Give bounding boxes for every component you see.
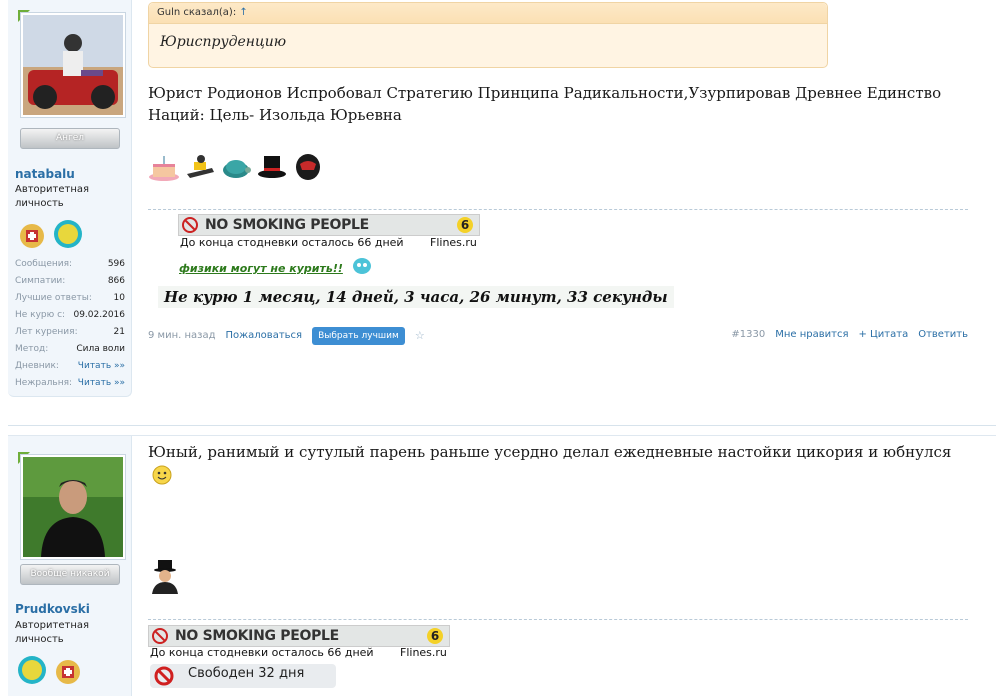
quote-jump-link[interactable]: ↑	[239, 7, 247, 18]
user-title: Авторитетная личность	[15, 620, 90, 645]
avatar-photo	[23, 457, 123, 557]
stat-row: Лучшие ответы: 10	[15, 293, 125, 303]
days-left-text: До конца стодневки осталось 66 дней	[150, 646, 374, 659]
like-link[interactable]: Мне нравится	[775, 327, 848, 343]
days-left-text: До конца стодневки осталось 66 дней	[180, 236, 404, 249]
stat-row: Лет курения: 21	[15, 327, 125, 337]
banner-title: NO SMOKING PEOPLE	[175, 628, 339, 644]
post-number[interactable]: #1330	[731, 327, 765, 343]
avatar-photo	[23, 15, 123, 115]
post-1: Ангел natabalu Авторитетная личность Соо…	[8, 0, 996, 412]
rank-label: Вообще никакой	[30, 569, 110, 579]
quit-timer: Не курю 1 месяц, 14 дней, 3 часа, 26 мин…	[158, 286, 674, 308]
gentleman-icon	[152, 560, 178, 594]
banner-number: 6	[457, 217, 473, 233]
user-stats: Сообщения: 596 Симпатии: 866 Лучшие ответы…	[15, 256, 125, 392]
freedom-banner[interactable]: Свободен 32 дня	[150, 664, 336, 688]
post-time[interactable]: 9 мин. назад	[148, 328, 216, 344]
rank-badge: Ангел	[20, 128, 120, 149]
signature-divider	[148, 619, 968, 620]
reply-link[interactable]: Ответить	[918, 327, 968, 343]
freedom-text: Свободен 32 дня	[188, 666, 305, 681]
signature-divider	[148, 209, 968, 210]
stat-row: Нежральня: Читать »»	[15, 375, 125, 392]
best-answer-button[interactable]: Выбрать лучшим	[312, 327, 405, 345]
snowmobile-icon	[187, 155, 214, 178]
user-sidebar: Вообще никакой Prudkovski Авторитетная л…	[8, 436, 132, 696]
helmet-icon	[296, 154, 320, 180]
username[interactable]: Prudkovski	[15, 602, 90, 616]
physics-link[interactable]: физики могут не курить!!	[179, 262, 343, 275]
stat-row: Сообщения: 596	[15, 259, 125, 269]
award-icon	[54, 220, 82, 248]
username[interactable]: natabalu	[15, 167, 75, 181]
stat-row: Симпатии: 866	[15, 276, 125, 286]
rank-badge: Вообще никакой	[20, 564, 120, 585]
stat-row: Метод: Сила воли	[15, 344, 125, 354]
message-text: Юрист Родионов Испробовал Стратегию Прин…	[148, 84, 942, 124]
nosmoking-banner[interactable]: NO SMOKING PEOPLE 6	[148, 625, 450, 647]
site-text: Flines.ru	[430, 236, 477, 249]
rank-label: Ангел	[55, 133, 85, 143]
stat-row: Дневник: Читать »»	[15, 358, 125, 375]
top-hat-icon	[258, 156, 286, 178]
no-smoking-icon	[182, 217, 198, 233]
nezhralnya-link[interactable]: Читать »»	[78, 375, 125, 392]
medal-icon	[20, 224, 44, 248]
stat-row: Не курю с: 09.02.2016	[15, 310, 125, 320]
smile-icon	[152, 465, 172, 485]
star-icon[interactable]: ☆	[415, 328, 425, 344]
nosmoking-banner[interactable]: NO SMOKING PEOPLE 6	[178, 214, 480, 236]
user-sidebar: Ангел natabalu Авторитетная личность Соо…	[8, 0, 132, 397]
quote-link[interactable]: + Цитата	[858, 327, 908, 343]
report-link[interactable]: Пожаловаться	[226, 328, 303, 344]
user-title: Авторитетная личность	[15, 184, 90, 209]
message-text: Юный, ранимый и сутулый парень раньше ус…	[148, 441, 968, 485]
quote-header: Guln сказал(а): ↑	[149, 3, 827, 24]
quote-author: Guln сказал(а):	[157, 7, 237, 18]
post-separator	[8, 425, 996, 426]
site-text: Flines.ru	[400, 646, 447, 659]
turtle-icon	[223, 160, 251, 178]
avatar[interactable]	[20, 454, 126, 560]
smiley-icon	[353, 258, 371, 274]
post-2: Вообще никакой Prudkovski Авторитетная л…	[8, 435, 996, 696]
diary-link[interactable]: Читать »»	[78, 358, 125, 375]
no-smoking-icon	[154, 666, 174, 686]
quote-text: Юриспруденцию	[160, 34, 287, 50]
no-smoking-icon	[152, 628, 168, 644]
avatar[interactable]	[20, 12, 126, 118]
banner-number: 6	[427, 628, 443, 644]
banner-title: NO SMOKING PEOPLE	[205, 217, 369, 233]
smiles-row	[148, 150, 324, 182]
medals	[17, 219, 83, 249]
quote-block: Guln сказал(а): ↑ Юриспруденцию	[148, 2, 828, 68]
post-meta: 9 мин. назад Пожаловаться Выбрать лучшим…	[148, 327, 968, 345]
cake-icon	[149, 156, 179, 181]
